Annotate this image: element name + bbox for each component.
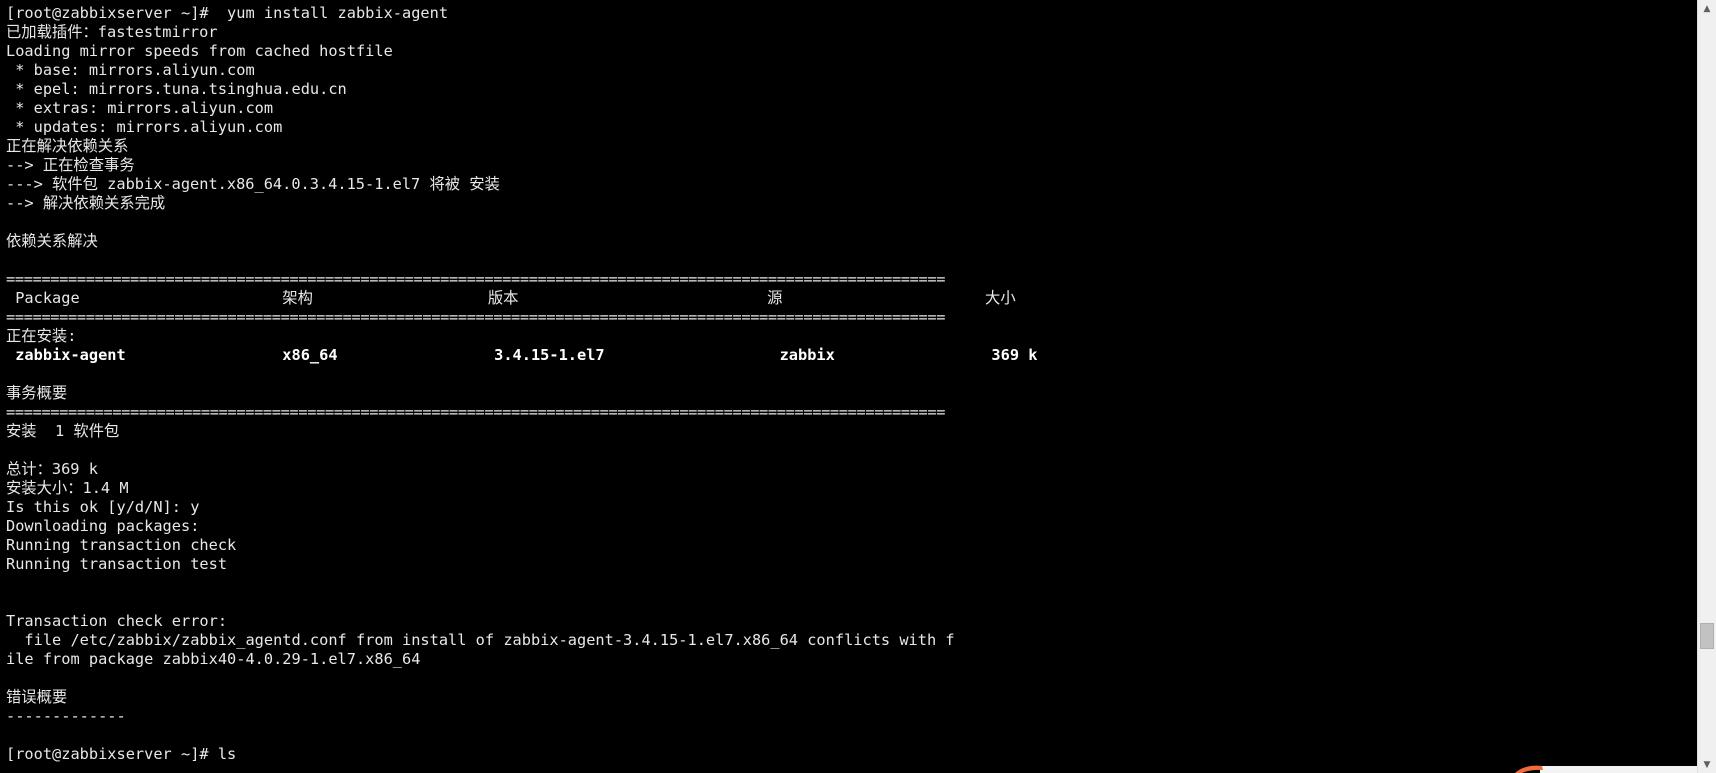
terminal-line: file /etc/zabbix/zabbix_agentd.conf from… bbox=[6, 631, 955, 649]
terminal-line: 安装 1 软件包 bbox=[6, 422, 120, 440]
terminal-line: --> 正在检查事务 bbox=[6, 156, 135, 174]
terminal-line: * extras: mirrors.aliyun.com bbox=[6, 99, 274, 117]
terminal-line: Running transaction check bbox=[6, 536, 237, 554]
terminal-separator-line: ========================================… bbox=[6, 270, 946, 288]
terminal-line: --> 解决依赖关系完成 bbox=[6, 194, 166, 212]
terminal-line: [root@zabbixserver ~]# ls bbox=[6, 745, 237, 763]
terminal-line: Running transaction test bbox=[6, 555, 228, 573]
vertical-scrollbar[interactable]: ▲ ▼ bbox=[1697, 0, 1716, 773]
terminal-line: * updates: mirrors.aliyun.com bbox=[6, 118, 283, 136]
terminal-line: 正在解决依赖关系 bbox=[6, 137, 129, 155]
orange-swoosh-icon bbox=[1515, 765, 1543, 773]
terminal-line: 事务概要 bbox=[6, 384, 68, 402]
scrollbar-thumb[interactable] bbox=[1700, 623, 1714, 650]
terminal-line: 已加载插件：fastestmirror bbox=[6, 23, 218, 41]
terminal-line: Loading mirror speeds from cached hostfi… bbox=[6, 42, 393, 60]
terminal-line: 正在安装: bbox=[6, 327, 77, 345]
terminal-line: ------------- bbox=[6, 707, 126, 725]
terminal-line: * epel: mirrors.tuna.tsinghua.edu.cn bbox=[6, 80, 347, 98]
terminal-line: 错误概要 bbox=[6, 688, 68, 706]
terminal-line: Transaction check error: bbox=[6, 612, 228, 630]
terminal-line: ile from package zabbix40-4.0.29-1.el7.x… bbox=[6, 650, 421, 668]
horizontal-scrollbar-strip bbox=[1540, 766, 1697, 773]
terminal-line: 依赖关系解决 bbox=[6, 232, 98, 250]
terminal-line: zabbix-agent x86_64 3.4.15-1.el7 zabbix … bbox=[6, 346, 1038, 364]
terminal-separator-line: ========================================… bbox=[6, 403, 946, 421]
terminal-window[interactable]: [root@zabbixserver ~]# yum install zabbi… bbox=[0, 0, 1697, 773]
terminal-line: [root@zabbixserver ~]# yum install zabbi… bbox=[6, 4, 449, 22]
terminal-line: 总计：369 k bbox=[6, 460, 98, 478]
scroll-up-arrow-icon[interactable]: ▲ bbox=[1698, 0, 1716, 17]
terminal-output: [root@zabbixserver ~]# yum install zabbi… bbox=[6, 4, 1696, 764]
terminal-line: Downloading packages: bbox=[6, 517, 200, 535]
terminal-line: Package 架构 版本 源 大小 bbox=[6, 289, 1016, 307]
terminal-line: * base: mirrors.aliyun.com bbox=[6, 61, 255, 79]
terminal-line: Is this ok [y/d/N]: y bbox=[6, 498, 200, 516]
scroll-down-arrow-icon[interactable]: ▼ bbox=[1698, 756, 1716, 773]
terminal-line: ---> 软件包 zabbix-agent.x86_64.0.3.4.15-1.… bbox=[6, 175, 500, 193]
terminal-separator-line: ========================================… bbox=[6, 308, 946, 326]
terminal-line: 安装大小：1.4 M bbox=[6, 479, 129, 497]
